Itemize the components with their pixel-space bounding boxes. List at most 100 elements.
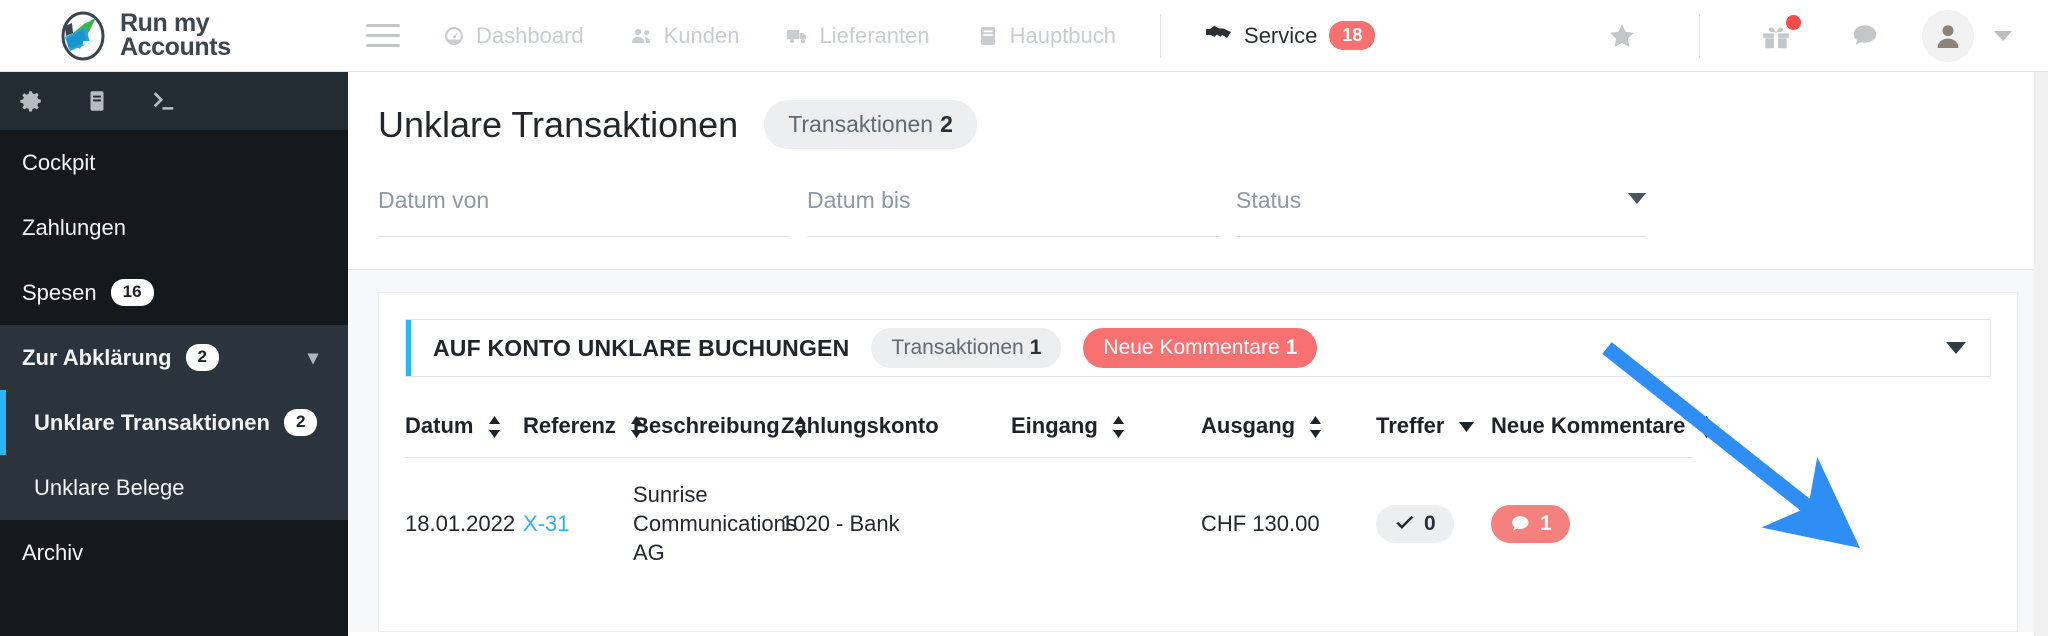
book-icon[interactable] xyxy=(84,88,110,114)
column-label: Referenz xyxy=(523,413,616,438)
book-icon xyxy=(976,24,1000,48)
sort-descending-icon[interactable] xyxy=(1458,422,1474,433)
column-header-beschreibung[interactable]: Beschreibung xyxy=(633,403,806,458)
table-header: Datum Referenz Beschreibung Zahlungskont… xyxy=(405,403,1712,458)
user-avatar[interactable] xyxy=(1922,9,1974,62)
nav-label-service: Service xyxy=(1244,22,1318,48)
sidebar-item-label: Archiv xyxy=(22,539,84,565)
service-badge: 18 xyxy=(1329,20,1376,51)
sidebar-item-unklare-belege[interactable]: Unklare Belege xyxy=(0,455,348,520)
pill-count: 1 xyxy=(1029,336,1042,359)
sort-both-icon[interactable] xyxy=(488,416,501,439)
run-my-accounts-logo-icon xyxy=(56,9,110,63)
gear-icon[interactable] xyxy=(18,88,44,114)
status-select[interactable]: Status xyxy=(1236,187,1646,237)
sidebar-group-zur-abklaerung: Zur Abklärung 2 ▾ Unklare Transaktionen … xyxy=(0,325,348,520)
sidebar-group-archiv: Archiv xyxy=(0,520,348,585)
sort-both-icon[interactable] xyxy=(1700,416,1713,439)
pill-count: 2 xyxy=(940,111,953,137)
column-label: Zahlungskonto xyxy=(781,413,939,438)
cell-treffer[interactable]: 0 xyxy=(1376,458,1491,590)
sidebar-item-label: Zur Abklärung xyxy=(22,344,172,370)
sidebar-item-archiv[interactable]: Archiv xyxy=(0,520,348,585)
cell-beschreibung: Sunrise Communications AG xyxy=(633,482,797,566)
card-title: AUF KONTO UNKLARE BUCHUNGEN xyxy=(433,334,850,361)
page-title: Unklare Transaktionen xyxy=(378,103,739,145)
sidebar-item-cockpit[interactable]: Cockpit xyxy=(0,130,348,195)
sidebar-tools-bar xyxy=(0,72,348,130)
datum-von-field[interactable]: Datum von xyxy=(378,187,791,237)
hamburger-menu-icon[interactable] xyxy=(366,24,400,47)
pill-label: Transaktionen xyxy=(891,336,1024,359)
chevron-down-icon[interactable] xyxy=(1628,193,1646,204)
nav-divider xyxy=(1160,13,1162,58)
handshake-icon xyxy=(1205,20,1232,52)
brand-logo[interactable]: Run my Accounts xyxy=(56,9,316,63)
cell-ausgang: CHF 130.00 xyxy=(1201,510,1320,536)
chat-bubble-icon xyxy=(1512,515,1529,531)
column-header-referenz[interactable]: Referenz xyxy=(523,403,643,458)
sort-both-icon[interactable] xyxy=(1309,416,1322,439)
referenz-link[interactable]: X-31 xyxy=(523,511,569,536)
card-pill-neue-kommentare: Neue Kommentare 1 xyxy=(1083,328,1318,368)
column-header-neue-kommentare[interactable]: Neue Kommentare xyxy=(1491,403,1712,458)
nav-item-kunden[interactable]: Kunden xyxy=(630,23,740,49)
vertical-scrollbar[interactable] xyxy=(2034,72,2048,636)
transactions-card: AUF KONTO UNKLARE BUCHUNGEN Transaktione… xyxy=(378,292,2018,632)
user-menu-chevron-down-icon[interactable] xyxy=(1994,30,2012,41)
cell-zahlungskonto: 1020 - Bank xyxy=(781,510,900,536)
sidebar-item-label: Cockpit xyxy=(22,149,96,175)
sidebar-item-zahlungen[interactable]: Zahlungen xyxy=(0,195,348,260)
sidebar: Cockpit Zahlungen Spesen 16 Zur Abklärun… xyxy=(0,72,348,636)
column-header-zahlungskonto[interactable]: Zahlungskonto xyxy=(781,403,1011,458)
sidebar-badge-spesen: 16 xyxy=(110,279,154,306)
sort-both-icon[interactable] xyxy=(1112,416,1125,439)
column-label: Neue Kommentare xyxy=(1491,413,1686,438)
table-row[interactable]: 18.01.2022 X-31 Sunrise Communications A… xyxy=(405,458,1693,590)
column-header-eingang[interactable]: Eingang xyxy=(1011,403,1201,458)
sidebar-badge-zur-abklaerung: 2 xyxy=(185,344,219,371)
treffer-chip[interactable]: 0 xyxy=(1376,504,1454,543)
sidebar-item-label: Zahlungen xyxy=(22,214,126,240)
cell-referenz[interactable]: X-31 xyxy=(523,458,633,590)
truck-icon xyxy=(786,24,810,48)
app-window: Run my Accounts Dashboard Kunden Liefera… xyxy=(0,0,2048,636)
gift-icon[interactable] xyxy=(1732,14,1820,52)
nav-item-dashboard[interactable]: Dashboard xyxy=(442,23,584,49)
cell-eingang xyxy=(1011,458,1201,590)
page-header: Unklare Transaktionen Transaktionen 2 xyxy=(348,72,2048,149)
sidebar-item-unklare-transaktionen[interactable]: Unklare Transaktionen 2 xyxy=(0,390,348,455)
column-label: Treffer xyxy=(1376,413,1445,438)
card-collapse-caret-down-icon[interactable] xyxy=(1946,342,1966,354)
sidebar-item-label: Unklare Transaktionen xyxy=(34,409,270,435)
terminal-icon[interactable] xyxy=(150,88,176,114)
column-header-treffer[interactable]: Treffer xyxy=(1376,403,1491,458)
filter-bar: Datum von Datum bis Status xyxy=(348,149,2048,237)
favorites-star-icon[interactable] xyxy=(1577,21,1667,51)
pill-label: Neue Kommentare xyxy=(1103,336,1280,359)
datum-bis-label: Datum bis xyxy=(807,187,911,213)
sidebar-item-zur-abklaerung[interactable]: Zur Abklärung 2 ▾ xyxy=(0,325,348,390)
chat-bubble-icon[interactable] xyxy=(1820,21,1910,51)
column-header-ausgang[interactable]: Ausgang xyxy=(1201,403,1376,458)
datum-bis-field[interactable]: Datum bis xyxy=(807,187,1220,237)
nav-item-hauptbuch[interactable]: Hauptbuch xyxy=(976,23,1116,49)
cell-neue-kommentare[interactable]: 1 xyxy=(1491,458,1693,590)
nav-item-lieferanten[interactable]: Lieferanten xyxy=(786,23,930,49)
hamburger-bar xyxy=(366,34,400,37)
table-header-row: Datum Referenz Beschreibung Zahlungskont… xyxy=(405,403,1712,458)
card-header[interactable]: AUF KONTO UNKLARE BUCHUNGEN Transaktione… xyxy=(405,319,1991,377)
sidebar-group-main: Cockpit Zahlungen Spesen 16 xyxy=(0,130,348,325)
transactions-table: Datum Referenz Beschreibung Zahlungskont… xyxy=(405,403,1712,590)
neue-kommentare-chip[interactable]: 1 xyxy=(1491,504,1570,543)
column-label: Eingang xyxy=(1011,413,1098,438)
column-header-datum[interactable]: Datum xyxy=(405,403,523,458)
chevron-down-icon[interactable]: ▾ xyxy=(308,345,318,370)
sidebar-item-spesen[interactable]: Spesen 16 xyxy=(0,260,348,325)
datum-von-label: Datum von xyxy=(378,187,490,213)
nav-label: Lieferanten xyxy=(819,22,930,48)
card-pill-transaktionen: Transaktionen 1 xyxy=(871,328,1062,368)
nav-item-service[interactable]: Service 18 xyxy=(1205,20,1376,52)
treffer-count: 0 xyxy=(1424,511,1436,535)
kommentare-count: 1 xyxy=(1540,511,1552,535)
